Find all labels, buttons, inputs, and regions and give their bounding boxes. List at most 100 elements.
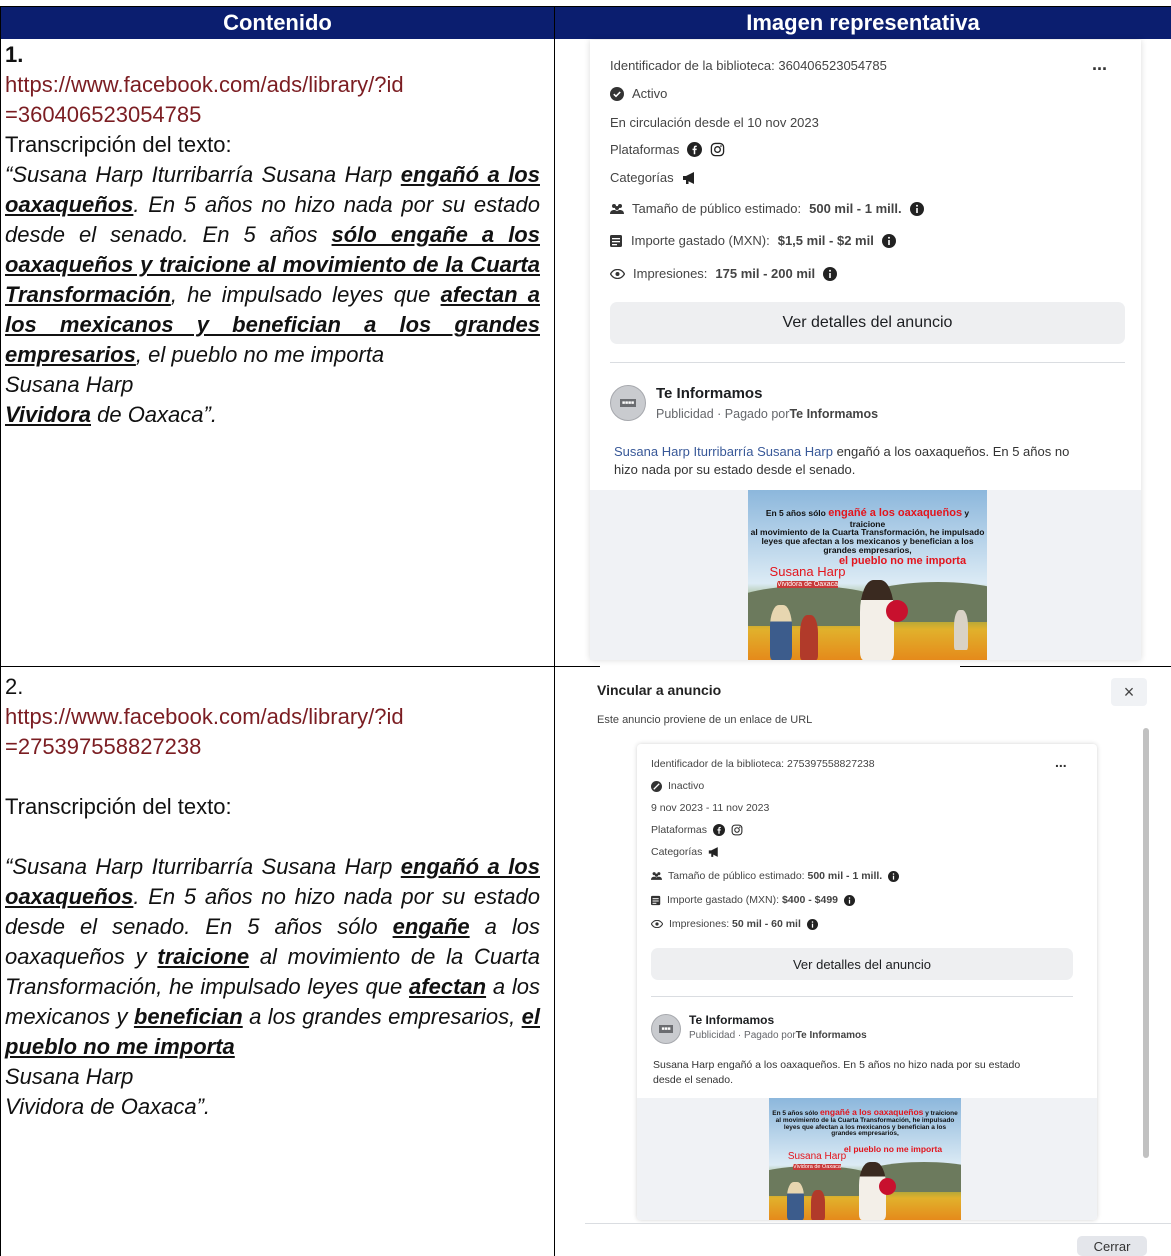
ad2-platforms: Plataformas	[651, 824, 743, 836]
ad1-image-worker	[954, 610, 968, 650]
quote-segment: “Susana Harp Iturribarría Susana Harp	[5, 162, 401, 187]
ad1-image-flowers	[886, 600, 908, 622]
ad2-categories-label: Categorías	[651, 846, 703, 858]
ad2-library-id: Identificador de la biblioteca: 27539755…	[651, 758, 875, 770]
ad1-image-text: grandes empresarios,	[823, 545, 912, 556]
ad1-details-button[interactable]: Ver detalles del anuncio	[610, 302, 1125, 344]
ad1-categories: Categorías	[610, 170, 698, 185]
ad1-image-text: En 5 años sólo	[765, 508, 829, 518]
ad2-image-name: Susana Harp	[787, 1151, 847, 1162]
receipt-icon	[610, 234, 623, 248]
quote-segment-emphasis: traicione	[157, 944, 250, 969]
facebook-icon	[687, 142, 703, 157]
ad2-sponsored-prefix: Publicidad · Pagado por	[689, 1030, 796, 1041]
ad1-body: Susana Harp Iturribarría Susana Harp eng…	[614, 443, 1124, 479]
info-icon[interactable]	[806, 918, 818, 930]
ad2-body-line1: Susana Harp engañó a los oaxaqueños. En …	[653, 1059, 1021, 1071]
quote-segment: , el pueblo no me importa	[135, 342, 385, 367]
ad2-audience-text: Tamaño de público estimado: 500 mil - 1 …	[668, 870, 882, 882]
ad1-circulation: En circulación desde el 10 nov 2023	[610, 115, 819, 130]
quote-segment: a los grandes empresarios,	[242, 1004, 522, 1029]
ad2-categories: Categorías	[651, 846, 721, 858]
ad1-image-tag-text: Vividora de Oaxaca	[777, 581, 838, 588]
ad2-status-text: Inactivo	[668, 780, 705, 792]
ad2-sponsored-by: Te Informamos	[795, 1030, 867, 1041]
ad1-creative-image[interactable]: En 5 años sólo engañé a los oaxaqueños y…	[748, 490, 987, 660]
ad-card-1: Identificador de la biblioteca: 36040652…	[590, 40, 1141, 660]
ad2-body-line2: desde el senado.	[653, 1074, 733, 1086]
ad1-body-rest: engañó a los oaxaqueños. En 5 años no	[832, 444, 1070, 459]
row2-signature-name: Susana Harp	[5, 1064, 134, 1089]
ad1-audience-label: Tamaño de público estimado:	[632, 201, 802, 216]
ad2-page-name[interactable]: Te Informamos	[689, 1013, 774, 1027]
ad1-page-avatar[interactable]: ■■■■	[610, 385, 646, 421]
ad1-more-button[interactable]: ...	[1092, 54, 1107, 75]
modal-title: Vincular a anuncio	[597, 682, 722, 698]
ad1-body-line2: hizo nada por su estado desde el senado.	[614, 462, 856, 477]
ad2-spent-text: Importe gastado (MXN): $400 - $499	[667, 894, 838, 906]
ad1-audience: Tamaño de público estimado: 500 mil - 1 …	[610, 201, 924, 216]
close-icon[interactable]: ×	[1111, 678, 1147, 706]
row1-url-line2: =360406523054785	[5, 102, 202, 127]
table-row-divider-right	[960, 666, 1171, 667]
facebook-icon	[713, 824, 726, 836]
row1-url-line1: https://www.facebook.com/ads/library/?id	[5, 72, 404, 97]
info-icon[interactable]	[881, 233, 896, 248]
ad2-impressions-text: Impresiones: 50 mil - 60 mil	[669, 918, 801, 930]
row1-transcription-label: Transcripción del texto:	[5, 132, 232, 157]
ad1-image-headline: En 5 años sólo engañé a los oaxaqueños y…	[748, 507, 987, 556]
inactive-status-icon	[651, 780, 662, 792]
ad1-impressions: Impresiones: 175 mil - 200 mil	[610, 266, 838, 281]
ad1-library-id: Identificador de la biblioteca: 36040652…	[610, 58, 887, 73]
ad2-more-button[interactable]: ...	[1055, 754, 1067, 770]
ad1-image-worker	[800, 615, 818, 660]
people-icon	[651, 871, 662, 881]
ad1-platforms-label: Plataformas	[610, 142, 680, 157]
ad1-sponsored-prefix: Publicidad · Pagado por	[656, 407, 790, 421]
column-header-contenido: Contenido	[0, 6, 555, 39]
info-icon[interactable]	[823, 266, 838, 281]
info-icon[interactable]	[909, 201, 924, 216]
row2-url-line2: =275397558827238	[5, 734, 202, 759]
table-column-divider	[554, 6, 555, 1256]
ad1-image-text-red: engañé a los oaxaqueños	[828, 507, 963, 519]
ad1-sponsored: Publicidad · Pagado por Te Informamos	[656, 407, 878, 421]
close-button[interactable]: Cerrar	[1077, 1236, 1147, 1256]
ad1-page-name[interactable]: Te Informamos	[656, 385, 762, 402]
modal-footer-separator	[585, 1223, 1171, 1224]
modal-scrollbar[interactable]	[1143, 728, 1149, 1158]
ad1-image-name: Susana Harp	[769, 564, 846, 579]
eye-icon	[610, 268, 625, 279]
ad1-avatar-logo: ■■■■	[619, 399, 637, 407]
ad2-image-tag-text: Vividora de Oaxaca	[793, 1164, 841, 1170]
ad2-audience-label: Tamaño de público estimado:	[668, 870, 808, 882]
ad2-creative-image[interactable]: En 5 años sólo engañé a los oaxaqueños y…	[769, 1098, 961, 1220]
ad1-platforms: Plataformas	[610, 142, 725, 157]
info-icon[interactable]	[844, 894, 856, 906]
ad2-page-avatar[interactable]: ■■■	[651, 1014, 681, 1044]
check-circle-icon	[610, 86, 624, 101]
ad-card-2: Identificador de la biblioteca: 27539755…	[637, 744, 1097, 1220]
ad-link-modal: Vincular a anuncio × Este anuncio provie…	[585, 670, 1171, 1256]
row2-transcription-label: Transcripción del texto:	[5, 794, 232, 819]
quote-segment-emphasis: Vividora	[5, 402, 91, 427]
ad1-body-link[interactable]: Susana Harp Iturribarría Susana Harp	[614, 444, 833, 459]
ad2-spent-label: Importe gastado (MXN):	[667, 894, 782, 906]
ad1-spent-label: Importe gastado (MXN):	[631, 233, 770, 248]
ad2-status: Inactivo	[651, 780, 704, 792]
row1-url[interactable]: https://www.facebook.com/ads/library/?id…	[5, 70, 540, 130]
ad1-categories-label: Categorías	[610, 170, 674, 185]
ad1-sponsored-by: Te Informamos	[789, 407, 879, 421]
row2-number: 2.	[5, 674, 24, 699]
row2-url[interactable]: https://www.facebook.com/ads/library/?id…	[5, 702, 540, 762]
megaphone-icon	[708, 847, 721, 857]
ad2-impressions-value: 50 mil - 60 mil	[732, 918, 801, 930]
row2-signature: Vividora de Oaxaca”.	[5, 1094, 211, 1119]
info-icon[interactable]	[888, 870, 900, 882]
ad2-audience-value: 500 mil - 1 mill.	[807, 870, 883, 882]
ad2-details-button[interactable]: Ver detalles del anuncio	[651, 948, 1073, 980]
ad2-spent: Importe gastado (MXN): $400 - $499	[651, 894, 856, 906]
row2-content: 2. https://www.facebook.com/ads/library/…	[5, 672, 540, 1122]
table-row-divider	[0, 666, 600, 667]
quote-segment: , he impulsado leyes que	[170, 282, 441, 307]
